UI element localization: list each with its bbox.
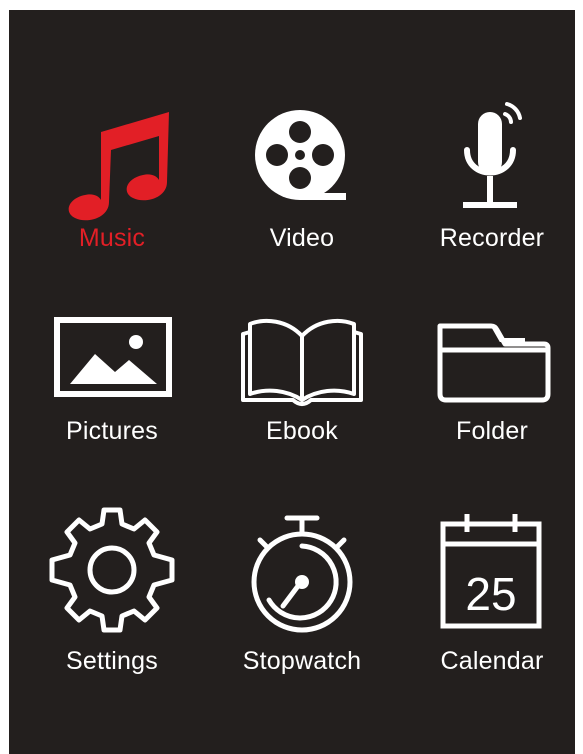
menu-item-label: Recorder (439, 224, 545, 252)
menu-item-ebook[interactable]: Ebook (207, 310, 397, 510)
menu-item-calendar[interactable]: 25 Calendar (397, 510, 583, 710)
menu-item-folder[interactable]: Folder (397, 310, 583, 510)
menu-item-label: Settings (66, 647, 158, 675)
menu-item-label: Music (78, 224, 146, 252)
calendar-day-text: 25 (465, 568, 516, 620)
menu-item-label: Ebook (266, 417, 338, 445)
menu-item-label: Video (269, 224, 335, 252)
picture-icon (54, 317, 172, 397)
menu-item-label: Pictures (66, 417, 158, 445)
menu-item-label: Folder (455, 417, 529, 445)
calendar-icon: 25 (440, 514, 542, 629)
menu-item-label: Calendar (440, 647, 544, 675)
gear-icon (49, 507, 175, 633)
main-menu-screen: Music Video Recorder Pictures Ebook Fold… (9, 10, 575, 754)
menu-item-recorder[interactable]: Recorder (397, 100, 583, 300)
menu-item-music[interactable]: Music (17, 100, 207, 300)
menu-item-settings[interactable]: Settings (17, 507, 207, 710)
menu-item-stopwatch[interactable]: Stopwatch (207, 510, 397, 710)
folder-icon (437, 323, 551, 403)
menu-item-label: Stopwatch (242, 647, 362, 675)
menu-item-video[interactable]: Video (207, 100, 397, 300)
stopwatch-icon (251, 515, 353, 633)
menu-item-pictures[interactable]: Pictures (17, 310, 207, 510)
book-icon (241, 318, 363, 406)
